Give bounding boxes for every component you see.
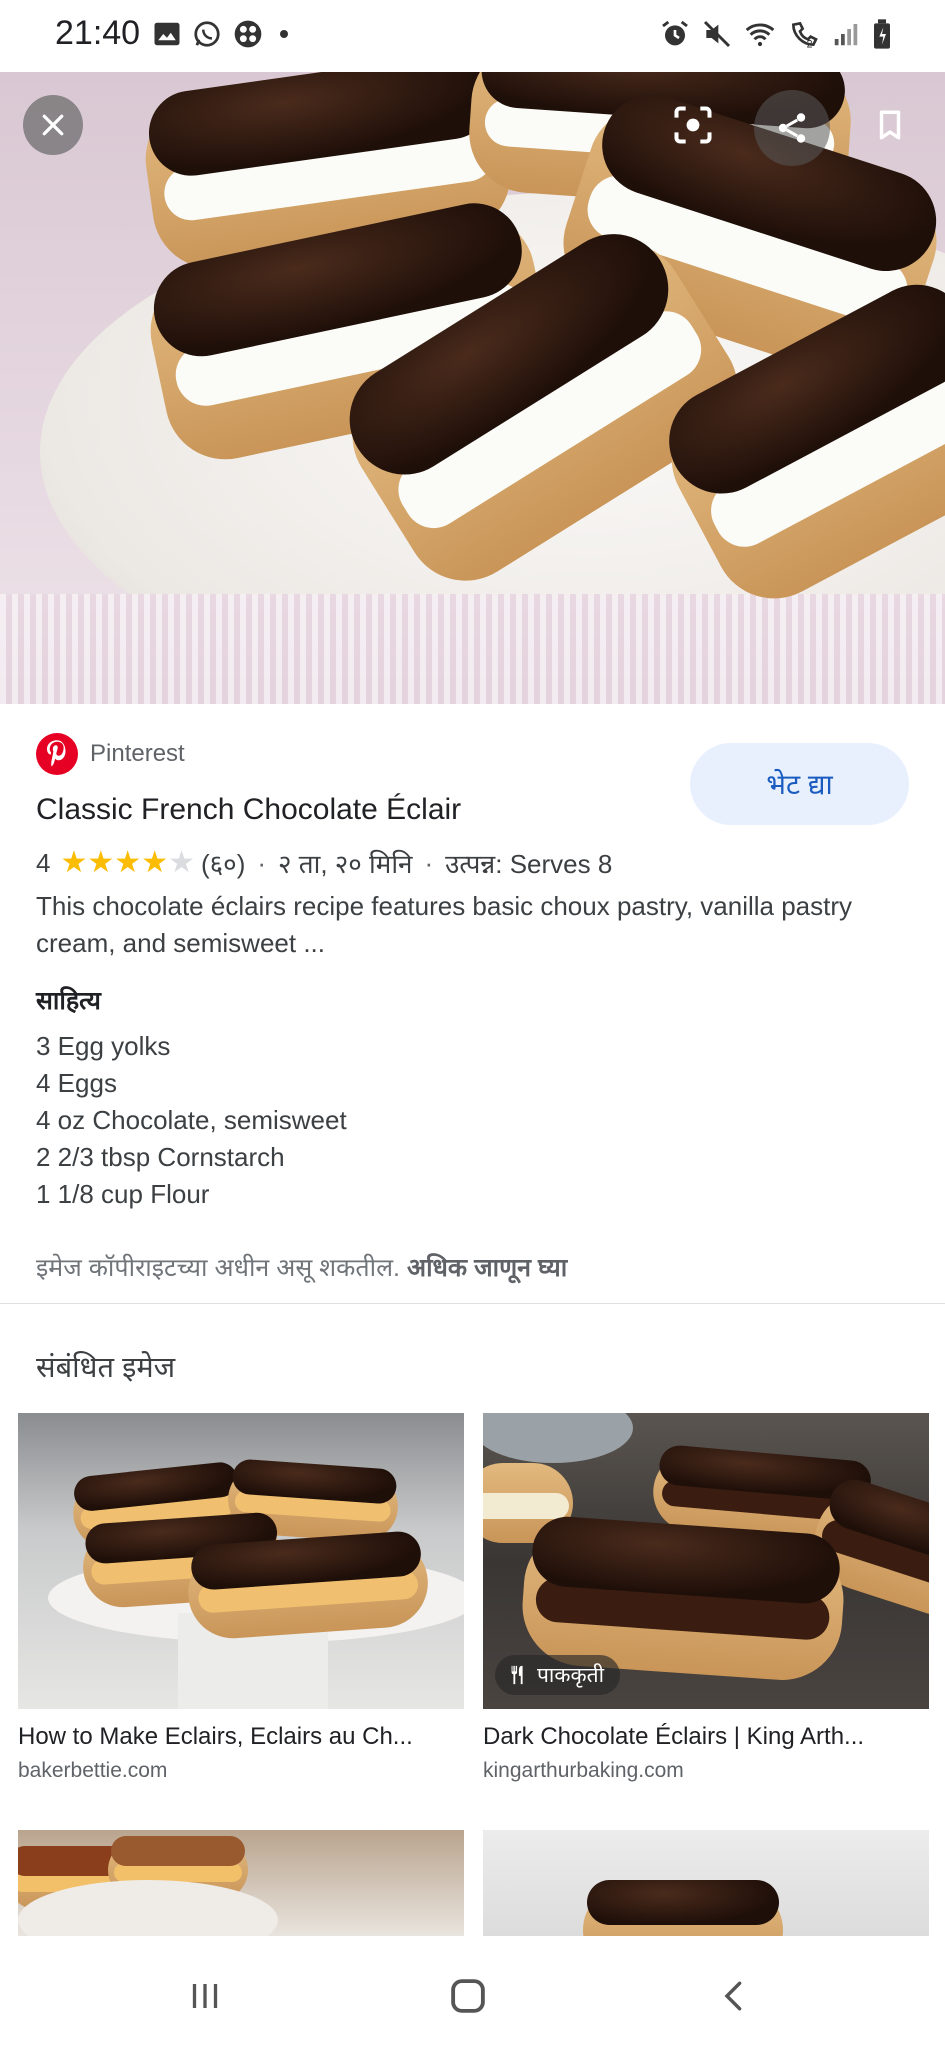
status-bar: 21:40 2: [0, 0, 945, 72]
share-icon: [778, 113, 806, 143]
star-icon: ★: [60, 846, 88, 879]
back-icon: [724, 1981, 742, 2011]
divider: [0, 1303, 945, 1304]
wifi-calling-icon: 2: [791, 21, 818, 50]
recipe-badge: पाककृती: [495, 1655, 621, 1695]
mute-icon: [703, 20, 731, 48]
rating-stars: ★ ★ ★ ★ ★: [60, 848, 195, 878]
star-icon: ★: [87, 846, 115, 879]
related-thumbnail[interactable]: [18, 1830, 464, 1936]
related-domain: bakerbettie.com: [18, 1759, 168, 1782]
related-thumbnail[interactable]: पाककृती: [483, 1413, 929, 1709]
ingredient-item: 3 Egg yolks: [36, 1031, 171, 1061]
related-domain: kingarthurbaking.com: [483, 1759, 684, 1782]
signal-icon: [834, 24, 858, 46]
recipe-time: २ ता, २० मिनि: [278, 849, 413, 879]
hero-image[interactable]: [0, 72, 945, 704]
ingredient-item: 4 Eggs: [36, 1068, 117, 1098]
related-title[interactable]: Dark Chocolate Éclairs | King Arth...: [483, 1723, 929, 1751]
related-thumbnail[interactable]: [483, 1830, 929, 1936]
more-notifications-dot: [280, 30, 288, 38]
related-title[interactable]: How to Make Eclairs, Eclairs au Ch...: [18, 1723, 464, 1751]
lens-icon: [674, 106, 712, 144]
pinterest-logo: [36, 733, 78, 775]
related-images-heading: संबंधित इमेज: [36, 1352, 176, 1384]
separator-dot: ·: [257, 847, 267, 878]
ingredient-item: 1 1/8 cup Flour: [36, 1179, 210, 1209]
back-button[interactable]: [704, 1966, 764, 2026]
whatsapp-icon: [194, 21, 220, 47]
visit-button[interactable]: भेट द्या: [690, 743, 909, 825]
lace-tablecloth: [0, 594, 945, 704]
bookmark-button[interactable]: [860, 95, 920, 155]
gallery-icon: [154, 22, 180, 46]
status-notification-icons: [152, 18, 288, 50]
recipe-badge-label: पाककृती: [537, 1664, 605, 1687]
close-button[interactable]: [23, 95, 83, 155]
ingredient-item: 2 2/3 tbsp Cornstarch: [36, 1142, 285, 1172]
source-name: Pinterest: [90, 740, 185, 767]
related-image-card[interactable]: How to Make Eclairs, Eclairs au Ch... ba…: [18, 1413, 464, 1783]
close-icon: [42, 114, 64, 136]
navigation-bar: [0, 1936, 945, 2048]
learn-more-link[interactable]: अधिक जाणून घ्या: [407, 1254, 567, 1282]
separator-dot: ·: [424, 847, 434, 878]
ingredients-heading: साहित्य: [36, 987, 101, 1015]
related-thumbnail[interactable]: [18, 1413, 464, 1709]
home-button[interactable]: [438, 1966, 498, 2026]
star-icon: ★: [168, 846, 195, 879]
battery-icon: [874, 19, 890, 49]
ingredients-list: 3 Egg yolks 4 Eggs 4 oz Chocolate, semis…: [36, 1028, 347, 1213]
bookmark-icon: [879, 110, 901, 140]
home-icon: [451, 1979, 485, 2013]
ingredient-item: 4 oz Chocolate, semisweet: [36, 1105, 347, 1135]
status-time: 21:40: [55, 14, 141, 52]
copyright-text: इमेज कॉपीराइटच्या अधीन असू शकतील.: [36, 1254, 401, 1282]
wifi-icon: [745, 23, 775, 47]
utensils-icon: [511, 1665, 523, 1685]
star-icon: ★: [114, 846, 142, 879]
related-image-card[interactable]: पाककृती Dark Chocolate Éclairs | King Ar…: [483, 1413, 929, 1783]
svg-text:2: 2: [807, 38, 813, 50]
recipe-title: Classic French Chocolate Éclair: [36, 793, 462, 826]
recipe-description: This chocolate éclairs recipe features b…: [36, 891, 853, 958]
share-button[interactable]: [754, 90, 830, 166]
app-icon: [234, 20, 262, 48]
recents-icon: [192, 1984, 218, 2008]
lens-button[interactable]: [663, 95, 723, 155]
source-row[interactable]: Pinterest: [36, 733, 185, 775]
recents-button[interactable]: [175, 1966, 235, 2026]
rating-row: 4 ★ ★ ★ ★ ★ (६०) · २ ता, २० मिनि · उत्पन…: [36, 845, 612, 881]
rating-value: 4: [36, 847, 51, 878]
star-icon: ★: [141, 846, 169, 879]
copyright-notice: इमेज कॉपीराइटच्या अधीन असू शकतील. अधिक ज…: [36, 1250, 567, 1284]
recipe-yield: उत्पन्न: Serves 8: [445, 849, 613, 879]
alarm-icon: [662, 20, 688, 46]
rating-count: (६०): [201, 849, 246, 879]
status-system-icons: 2: [659, 18, 893, 50]
